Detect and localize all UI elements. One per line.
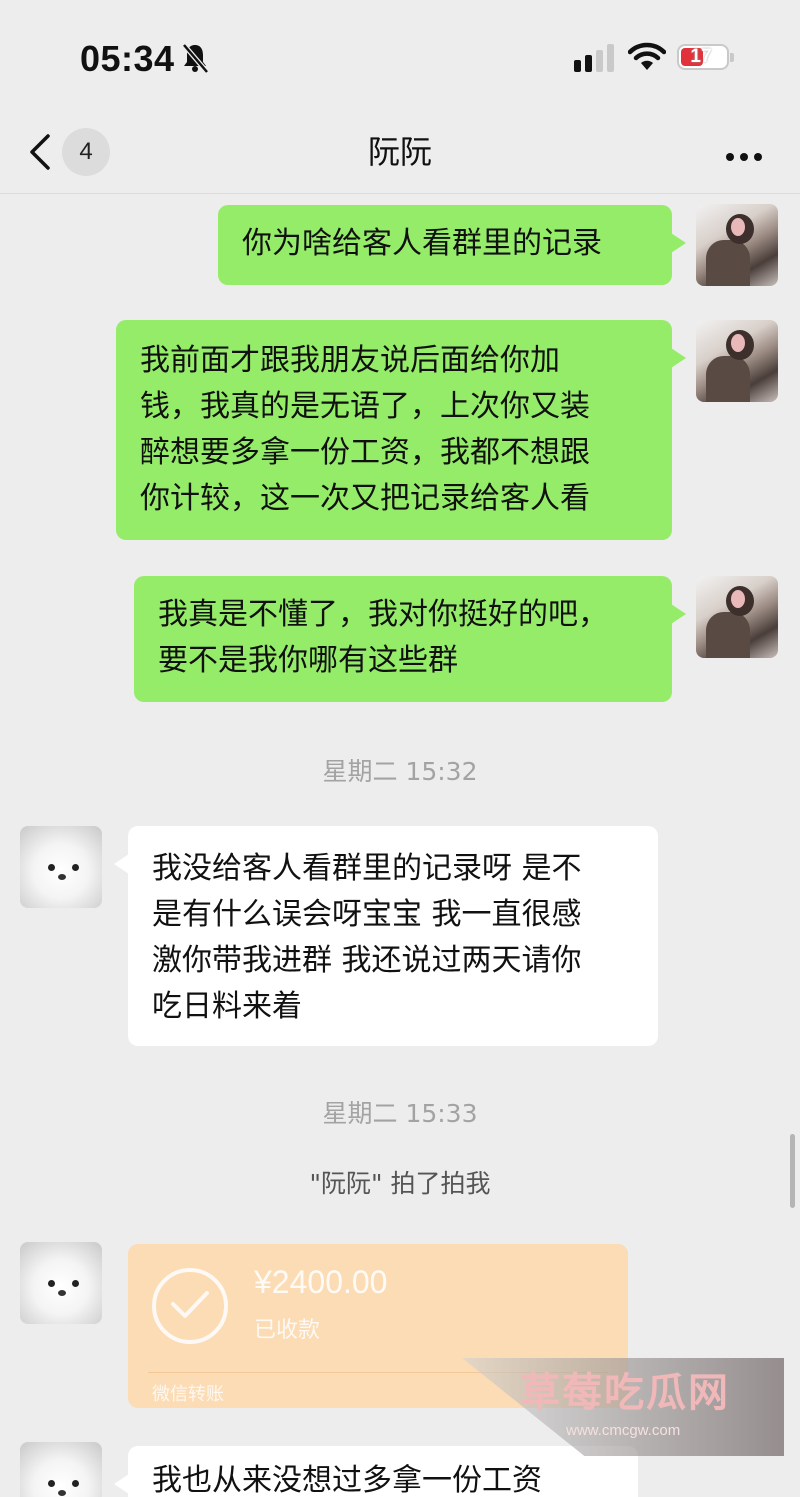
contact-avatar[interactable] [20, 1442, 102, 1497]
message-line: 钱，我真的是无语了，上次你又装 [140, 389, 590, 424]
timestamp: 星期二 15:32 [322, 757, 478, 786]
status-time: 05:34 [80, 38, 175, 79]
check-circle-icon [152, 1268, 228, 1344]
contact-avatar[interactable] [20, 826, 102, 908]
battery-level: 17 [690, 46, 712, 67]
message-bubble-sent[interactable]: 我真是不懂了，我对你挺好的吧， 要不是我你哪有这些群 [134, 576, 686, 702]
message-text: 我也从来没想过多拿一份工资 [152, 1463, 542, 1497]
message-text: 你为啥给客人看群里的记录 [242, 226, 602, 261]
message-line: 吃日料来着 [152, 989, 302, 1024]
message-line: 激你带我进群 我还说过两天请你 [152, 943, 582, 978]
watermark-url: www.cmcgw.com [566, 1422, 681, 1439]
contact-avatar[interactable] [20, 1242, 102, 1324]
message-bubble-sent[interactable]: 我前面才跟我朋友说后面给你加 钱，我真的是无语了，上次你又装 醉想要多拿一份工资… [116, 320, 686, 540]
more-options-icon[interactable] [726, 146, 768, 165]
transfer-status: 已收款 [254, 1318, 321, 1343]
my-avatar[interactable] [696, 320, 778, 402]
status-bar: 05:34 17 [0, 0, 800, 110]
chat-title: 阮阮 [367, 133, 432, 171]
watermark-name: 草莓吃瓜网 [520, 1370, 730, 1416]
scrollbar[interactable] [790, 1134, 795, 1208]
watermark: 草莓吃瓜网 www.cmcgw.com [462, 1358, 784, 1456]
my-avatar[interactable] [696, 204, 778, 286]
message-line: 我前面才跟我朋友说后面给你加 [140, 343, 560, 378]
transfer-footer: 微信转账 [152, 1384, 224, 1405]
transfer-amount: ¥2400.00 [254, 1264, 388, 1300]
my-avatar[interactable] [696, 576, 778, 658]
wifi-icon [628, 42, 666, 70]
message-line: 是有什么误会呀宝宝 我一直很感 [152, 897, 582, 932]
timestamp: 星期二 15:33 [322, 1099, 478, 1128]
message-line: 要不是我你哪有这些群 [158, 643, 458, 678]
message-bubble-received[interactable]: 我没给客人看群里的记录呀 是不 是有什么误会呀宝宝 我一直很感 激你带我进群 我… [114, 826, 658, 1046]
bell-muted-icon [182, 43, 209, 74]
battery-icon: 17 [677, 44, 734, 70]
message-line: 我没给客人看群里的记录呀 是不 [152, 851, 582, 886]
pat-system-message: "阮阮" 拍了拍我 [309, 1169, 491, 1198]
message-line: 你计较，这一次又把记录给客人看 [140, 481, 590, 516]
signal-icon [574, 44, 614, 72]
message-line: 醉想要多拿一份工资，我都不想跟 [140, 435, 590, 470]
message-bubble-sent[interactable]: 你为啥给客人看群里的记录 [218, 205, 686, 285]
chat-header: 4 阮阮 [0, 110, 800, 194]
message-line: 我真是不懂了，我对你挺好的吧， [158, 597, 608, 632]
